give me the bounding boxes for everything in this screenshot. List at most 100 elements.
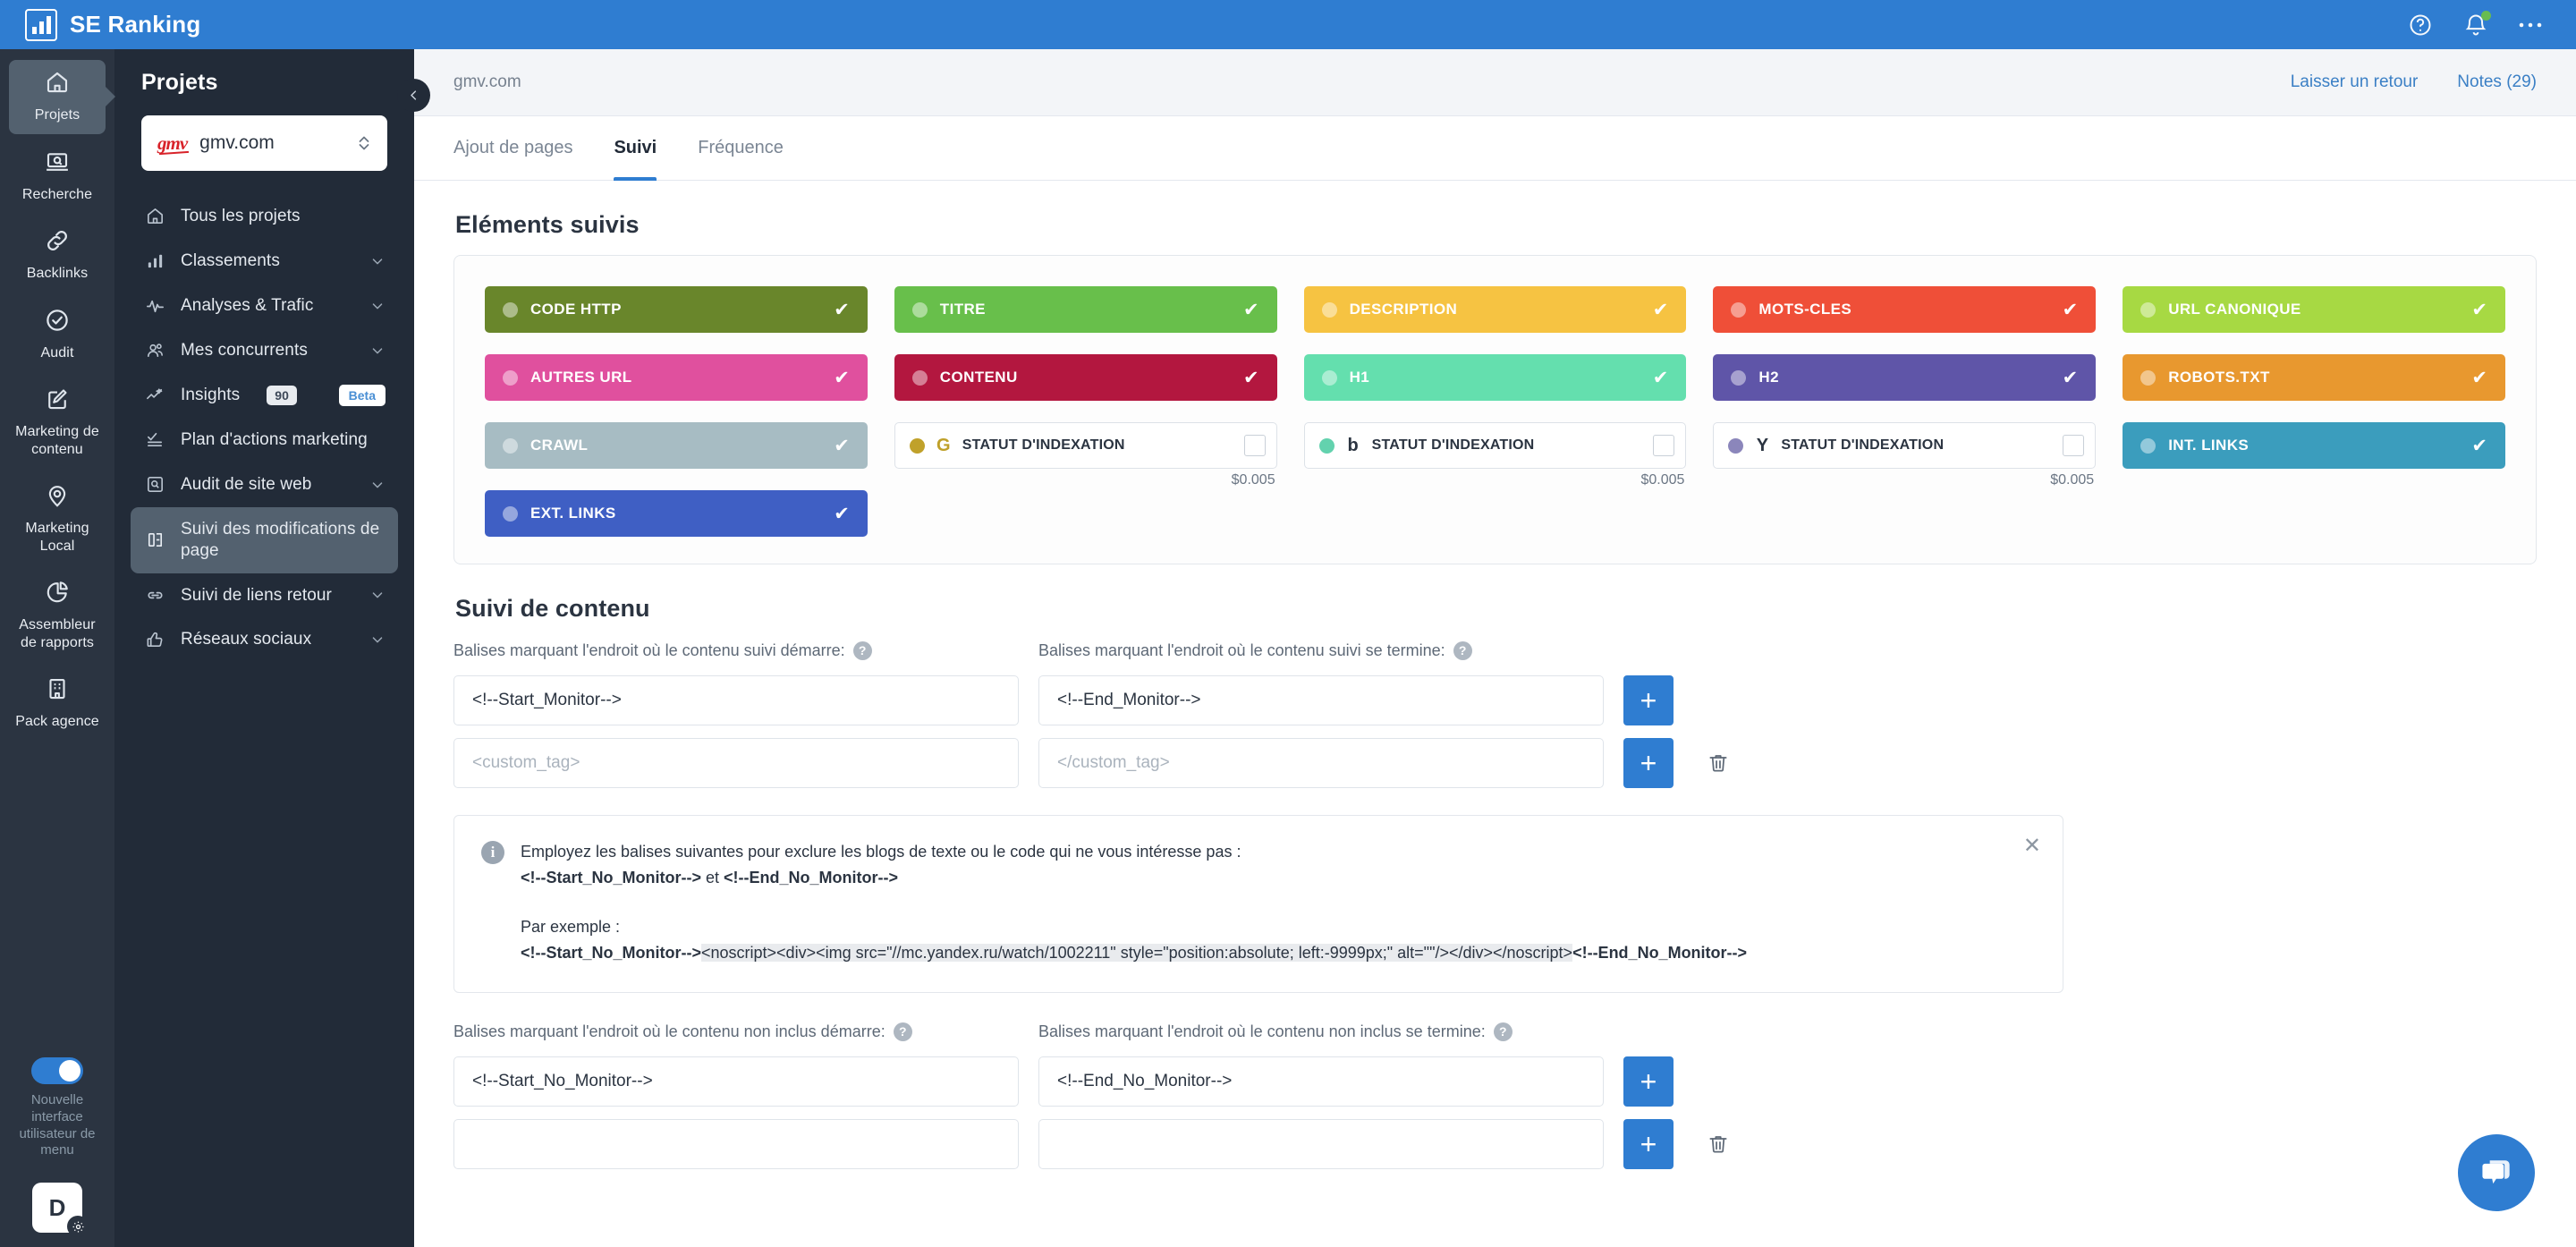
tracked-chip-indexation-y[interactable]: Y STATUT D'INDEXATION xyxy=(1713,422,2097,469)
add-excluded-row-button[interactable]: + xyxy=(1623,1056,1674,1107)
rail-item-audit[interactable]: Audit xyxy=(9,298,106,372)
chevron-down-icon[interactable] xyxy=(369,477,386,493)
chip-checkbox[interactable] xyxy=(2063,435,2085,456)
excluded-end-input-2[interactable] xyxy=(1038,1118,1604,1169)
new-ui-toggle[interactable]: Nouvelle interface utilisateur de menu xyxy=(0,1057,114,1159)
chip-dot-icon xyxy=(1321,369,1337,386)
tracked-chip-h1[interactable]: H1 ✔ xyxy=(1303,354,1687,401)
feedback-link[interactable]: Laisser un retour xyxy=(2291,72,2419,92)
check-icon: ✔ xyxy=(2062,299,2079,320)
sidebar-item-mes-concurrents[interactable]: Mes concurrents xyxy=(131,328,398,373)
breadcrumb: gmv.com xyxy=(453,72,521,91)
excluded-start-input-1[interactable] xyxy=(453,1056,1019,1107)
chat-bubble-icon[interactable] xyxy=(2458,1134,2535,1211)
engine-icon: G xyxy=(936,435,951,455)
sidebar-item-suivi-de-liens-retour[interactable]: Suivi de liens retour xyxy=(131,573,398,618)
notes-link[interactable]: Notes (29) xyxy=(2457,72,2537,92)
rail-item-backlinks[interactable]: Backlinks xyxy=(9,218,106,293)
tracked-chip-cell: H1 ✔ xyxy=(1303,354,1687,401)
add-content-row-button[interactable]: + xyxy=(1623,738,1674,788)
help-tooltip-icon[interactable]: ? xyxy=(893,1022,912,1041)
help-tooltip-icon[interactable]: ? xyxy=(852,641,872,660)
delete-excluded-row-button[interactable] xyxy=(1693,1119,1743,1169)
tracked-chip-h2[interactable]: H2 ✔ xyxy=(1713,354,2097,401)
tracked-chip-autres-url[interactable]: AUTRES URL ✔ xyxy=(485,354,868,401)
sidebar-item-audit-de-site-web[interactable]: Audit de site web xyxy=(131,462,398,507)
project-nav: Tous les projets Classements Analyses & … xyxy=(114,194,414,662)
tracked-chip-int-links[interactable]: INT. LINKS ✔ xyxy=(2123,422,2505,469)
chevron-down-icon[interactable] xyxy=(369,253,386,269)
chevron-down-icon[interactable] xyxy=(369,632,386,648)
content-end-input-1[interactable] xyxy=(1038,675,1604,725)
chevron-down-icon[interactable] xyxy=(369,298,386,314)
add-excluded-row-button[interactable]: + xyxy=(1623,1118,1674,1169)
rail-item-pack-agence[interactable]: Pack agence xyxy=(9,666,106,741)
more-menu-icon[interactable] xyxy=(2519,21,2542,29)
brand-logo-area[interactable]: SE Ranking xyxy=(25,8,200,41)
excluded-start-label: Balises marquant l'endroit où le contenu… xyxy=(453,1020,1019,1044)
chevron-down-icon[interactable] xyxy=(369,587,386,603)
tab-ajout-de-pages[interactable]: Ajout de pages xyxy=(453,116,572,181)
tracked-chip-description[interactable]: DESCRIPTION ✔ xyxy=(1303,286,1687,333)
chip-dot-icon xyxy=(1731,301,1747,318)
rail-item-projets[interactable]: Projets xyxy=(9,60,106,134)
tracked-chip-indexation-g[interactable]: G STATUT D'INDEXATION xyxy=(894,422,1277,469)
tracked-chip-cell: CRAWL ✔ xyxy=(485,422,868,469)
rail-item-assembleur-de-rapports[interactable]: Assembleur de rapports xyxy=(9,570,106,661)
close-icon[interactable]: ✕ xyxy=(2023,836,2041,857)
users-icon xyxy=(143,340,166,361)
tracked-chip-url-canonique[interactable]: URL CANONIQUE ✔ xyxy=(2123,286,2505,333)
chevron-down-icon[interactable] xyxy=(369,343,386,359)
tracked-chip-code-http[interactable]: CODE HTTP ✔ xyxy=(485,286,868,333)
sidebar-item-suivi-des-modifications-de-page[interactable]: Suivi des modifications de page xyxy=(131,506,398,573)
tracked-chip-robots-txt[interactable]: ROBOTS.TXT ✔ xyxy=(2123,354,2505,401)
content-body: Eléments suivis CODE HTTP ✔ TITRE ✔ DESCRIPT… xyxy=(414,211,2576,1169)
tracked-chip-ext-links[interactable]: EXT. LINKS ✔ xyxy=(485,490,868,537)
rail-item-recherche[interactable]: Recherche xyxy=(9,140,106,214)
tracked-chip-indexation-b[interactable]: b STATUT D'INDEXATION xyxy=(1303,422,1687,469)
sidebar-collapse-button[interactable] xyxy=(397,79,430,112)
new-ui-switch[interactable] xyxy=(31,1057,83,1084)
tracked-chip-mots-cles[interactable]: MOTS-CLES ✔ xyxy=(1713,286,2097,333)
excluded-end-input-1[interactable] xyxy=(1038,1056,1604,1107)
content-start-input-2[interactable] xyxy=(453,738,1019,788)
notice-example-label: Par exemple : xyxy=(521,918,621,937)
chip-checkbox[interactable] xyxy=(1243,435,1266,456)
tab-suivi[interactable]: Suivi xyxy=(614,116,657,181)
sidebar-item-analyses-trafic[interactable]: Analyses & Trafic xyxy=(131,284,398,328)
notifications-bell-icon[interactable] xyxy=(2463,10,2491,38)
excluded-start-input-2[interactable] xyxy=(453,1118,1019,1169)
sidebar-item-classements[interactable]: Classements xyxy=(131,239,398,284)
avatar-area[interactable]: D xyxy=(32,1183,89,1237)
rail-item-marketing-de-contenu[interactable]: Marketing de contenu xyxy=(9,377,106,468)
content-end-input-2[interactable] xyxy=(1038,738,1604,788)
chip-checkbox[interactable] xyxy=(1653,435,1675,456)
sidebar-item-label: Analyses & Trafic xyxy=(181,295,314,315)
check-icon: ✔ xyxy=(1652,299,1669,320)
sidebar-item-insights[interactable]: Insights 90 Beta xyxy=(131,373,398,418)
add-content-row-button[interactable]: + xyxy=(1623,675,1674,725)
sidebar-item-plan-dactions-marketing[interactable]: Plan d'actions marketing xyxy=(131,418,398,462)
home-icon xyxy=(44,69,71,100)
sidebar-item-tous-les-projets[interactable]: Tous les projets xyxy=(131,194,398,239)
help-tooltip-icon[interactable]: ? xyxy=(1453,641,1472,660)
project-picker[interactable]: gmv gmv.com xyxy=(141,115,387,171)
trash-icon xyxy=(1709,755,1727,772)
chip-dot-icon xyxy=(1321,301,1337,318)
tracked-chip-crawl[interactable]: CRAWL ✔ xyxy=(485,422,868,469)
gear-icon[interactable] xyxy=(67,1216,89,1237)
sidebar-item-reseaux-sociaux[interactable]: Réseaux sociaux xyxy=(131,617,398,662)
rail-item-marketing-local[interactable]: Marketing Local xyxy=(9,473,106,564)
tracked-chip-titre[interactable]: TITRE ✔ xyxy=(894,286,1277,333)
tab-frequence[interactable]: Fréquence xyxy=(698,116,784,181)
sidebar-title: Projets xyxy=(141,70,218,95)
delete-content-row-button[interactable] xyxy=(1693,738,1743,788)
help-icon[interactable] xyxy=(2408,13,2433,38)
tracked-chip-contenu[interactable]: CONTENU ✔ xyxy=(894,354,1277,401)
chip-label: INT. LINKS xyxy=(2168,437,2250,454)
content-start-input-1[interactable] xyxy=(453,675,1019,725)
chip-label: STATUT D'INDEXATION xyxy=(1781,437,1945,453)
tracked-chip-cell: URL CANONIQUE ✔ xyxy=(2123,286,2505,333)
page-tabs: Ajout de pages Suivi Fréquence xyxy=(414,116,2576,181)
help-tooltip-icon[interactable]: ? xyxy=(1493,1022,1513,1041)
